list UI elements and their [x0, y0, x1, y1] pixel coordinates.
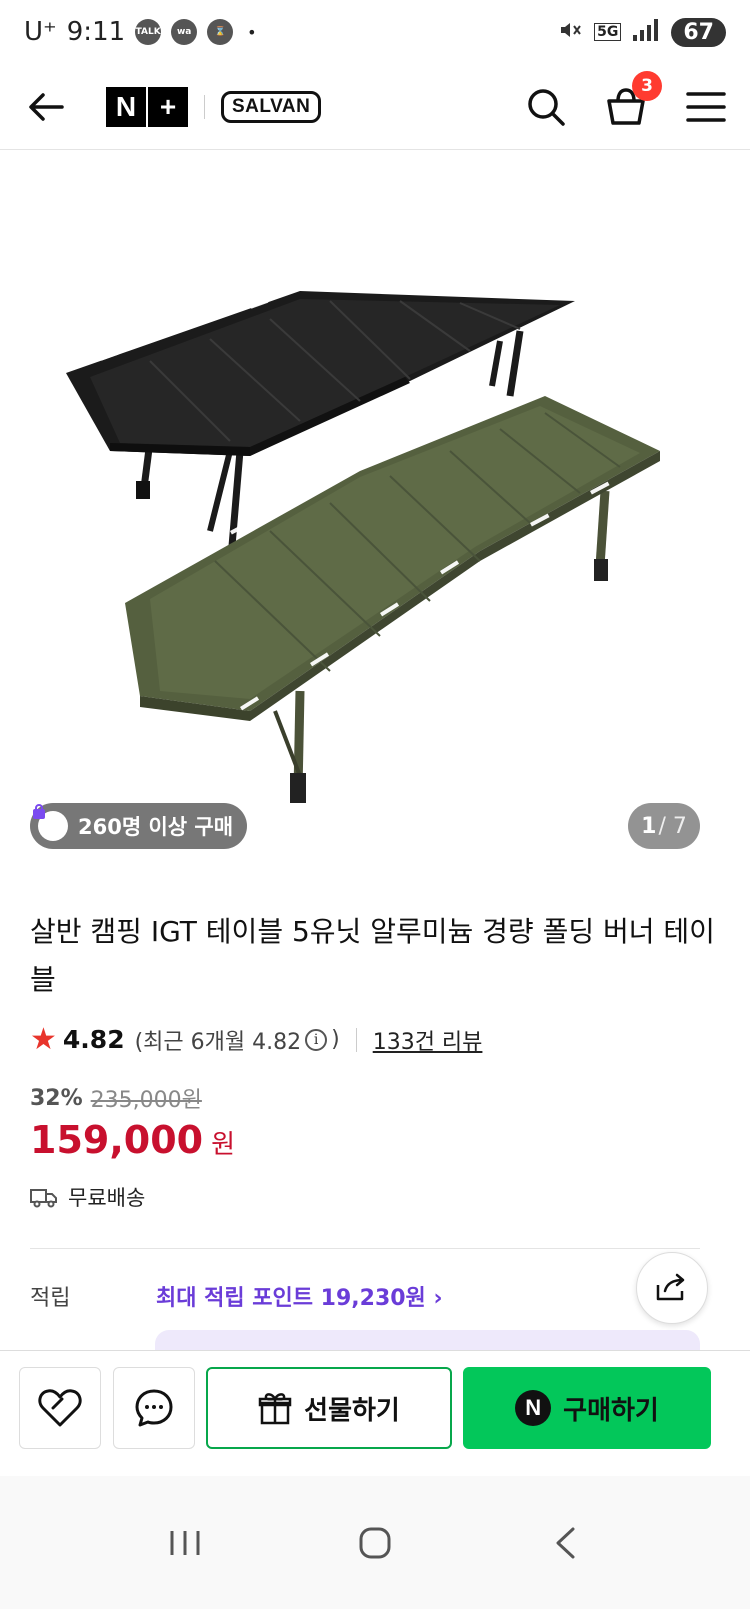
info-icon[interactable]: i — [305, 1028, 328, 1051]
gift-button-label: 선물하기 — [304, 1395, 400, 1426]
share-button[interactable] — [636, 1252, 708, 1324]
more-notifications-dot: • — [247, 22, 257, 42]
bottom-action-bar: 선물하기 N 구매하기 — [0, 1350, 750, 1476]
arrow-left-icon — [29, 92, 64, 121]
status-bar: U⁺ 9:11 TALK wa ⌛ • 5G 67 — [0, 0, 750, 64]
back-button[interactable] — [22, 83, 70, 131]
home-button[interactable] — [345, 1513, 405, 1573]
search-icon — [528, 88, 565, 126]
star-icon: ★ — [30, 1022, 57, 1057]
wishlist-button[interactable] — [19, 1367, 101, 1449]
wa-notification-icon: wa — [171, 19, 198, 45]
cart-count-badge: 3 — [632, 70, 662, 101]
hamburger-icon — [686, 91, 726, 122]
points-row[interactable]: 적립 최대 적립 포인트 19,230원 › — [30, 1280, 443, 1312]
logo-divider — [204, 94, 205, 119]
buy-button-label: 구매하기 — [563, 1395, 659, 1426]
search-button[interactable] — [524, 85, 568, 129]
recent-apps-button[interactable] — [155, 1513, 215, 1573]
app-header: N + SALVAN 3 — [0, 64, 750, 150]
currency-unit: 원 — [211, 1130, 235, 1160]
sale-price: 159,000 — [30, 1118, 204, 1162]
menu-button[interactable] — [684, 85, 728, 129]
cart-button[interactable]: 3 — [604, 70, 662, 129]
recent-rating: (최근 6개월 4.82 — [134, 1029, 302, 1055]
shipping-label: 무료배송 — [68, 1186, 146, 1210]
olive-table-image — [125, 396, 660, 803]
clock: 9:11 — [66, 17, 126, 47]
product-title: 살반 캠핑 IGT 테이블 5유닛 알루미늄 경량 폴딩 버너 테이블 — [30, 915, 715, 996]
section-divider — [30, 1248, 700, 1249]
points-tooltip-edge — [155, 1330, 700, 1352]
points-label: 적립 — [30, 1286, 71, 1311]
chat-button[interactable] — [113, 1367, 195, 1449]
nplus-store-logo[interactable]: N + — [106, 86, 188, 127]
carrier-label: U⁺ — [24, 17, 57, 47]
product-image-carousel[interactable]: 260명 이상 구매 1 / 7 — [0, 151, 750, 871]
home-icon — [359, 1527, 391, 1558]
original-price: 235,000원 — [90, 1088, 202, 1113]
gift-button[interactable]: 선물하기 — [206, 1367, 452, 1449]
truck-icon — [30, 1189, 57, 1208]
status-left: U⁺ 9:11 TALK wa ⌛ • — [24, 17, 257, 47]
heart-icon — [38, 1389, 82, 1427]
chevron-left-icon — [556, 1527, 575, 1558]
status-right: 5G 67 — [558, 17, 726, 47]
image-pager: 1 / 7 — [628, 803, 700, 849]
recent-apps-icon — [170, 1530, 200, 1555]
mute-icon — [558, 18, 582, 47]
pager-total: / 7 — [658, 813, 687, 839]
points-value-link[interactable]: 최대 적립 포인트 19,230원 › — [156, 1280, 443, 1312]
chat-bubble-icon — [135, 1389, 173, 1427]
shipping-row: 무료배송 — [30, 1182, 145, 1212]
buyers-count-badge: 260명 이상 구매 — [30, 803, 248, 849]
naver-pay-n-icon: N — [515, 1390, 552, 1426]
pager-current: 1 — [641, 813, 657, 839]
discount-row: 32% 235,000원 — [30, 1082, 202, 1114]
rating-separator — [355, 1027, 357, 1052]
product-photo — [66, 257, 660, 803]
network-type: 5G — [594, 23, 622, 41]
share-icon — [656, 1273, 685, 1301]
rating-row: ★ 4.82 (최근 6개월 4.82 i ) 133건 리뷰 — [30, 1022, 482, 1057]
buyers-count-label: 260명 이상 구매 — [78, 815, 234, 839]
logo-plus: + — [148, 86, 188, 127]
battery-level: 67 — [671, 17, 726, 47]
logo-n: N — [106, 86, 146, 127]
brand-logo[interactable]: SALVAN — [221, 90, 322, 123]
recent-rating-close: ) — [331, 1027, 340, 1052]
system-back-button[interactable] — [535, 1513, 595, 1573]
header-actions: 3 — [524, 70, 728, 129]
hourglass-notification-icon: ⌛ — [207, 19, 234, 45]
system-navigation-bar — [0, 1476, 750, 1609]
sale-price-row: 159,000 원 — [30, 1118, 235, 1162]
gift-icon — [258, 1393, 292, 1425]
reviews-link[interactable]: 133건 리뷰 — [373, 1024, 483, 1056]
signal-icon — [633, 18, 659, 46]
discount-percent: 32% — [30, 1085, 83, 1111]
buy-button[interactable]: N 구매하기 — [463, 1367, 711, 1449]
kakaotalk-notification-icon: TALK — [135, 19, 162, 45]
rating-value: 4.82 — [62, 1025, 125, 1054]
shopping-bag-icon — [33, 804, 68, 841]
